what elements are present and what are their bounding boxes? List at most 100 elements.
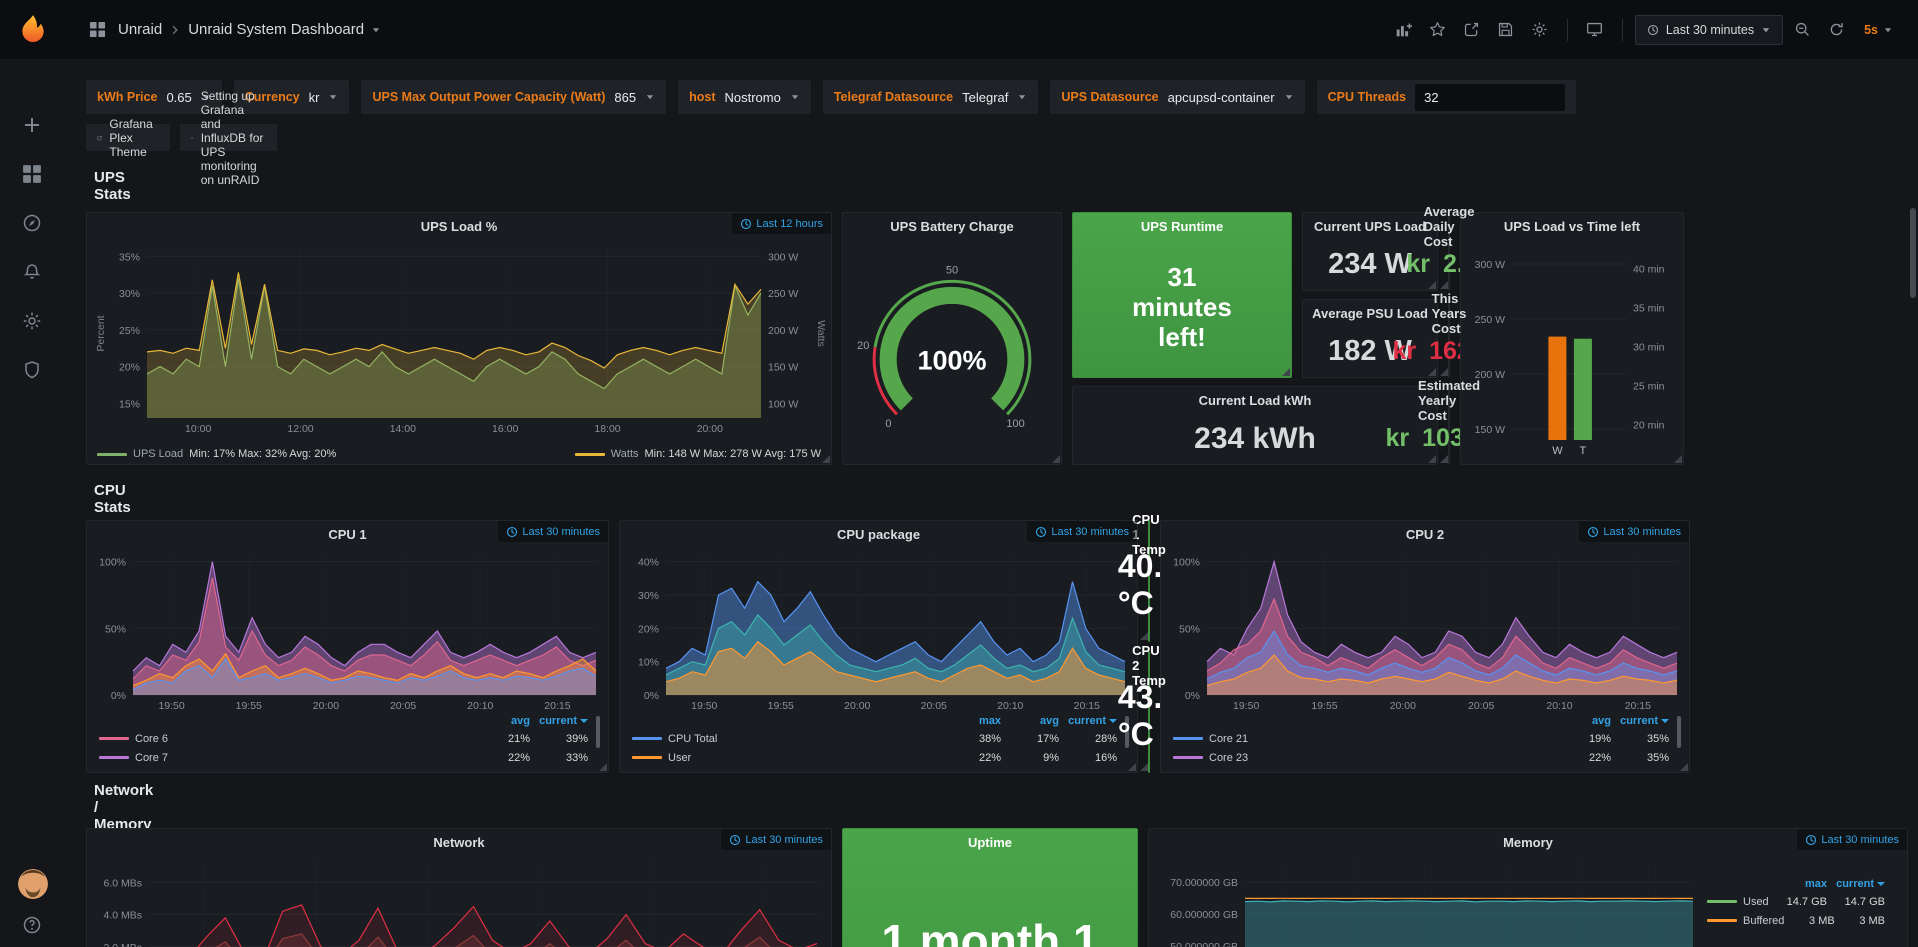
- panel-resize-handle[interactable]: [1440, 368, 1448, 376]
- legend-row[interactable]: Used 14.7 GB 14.7 GB: [1707, 892, 1897, 911]
- panel-title-bar[interactable]: Average PSU Load: [1303, 300, 1437, 326]
- panel-resize-handle[interactable]: [1680, 763, 1688, 771]
- panel-title-bar[interactable]: UPS Runtime: [1073, 213, 1291, 239]
- legend-row[interactable]: Core 21 19% 35%: [1173, 729, 1681, 748]
- svg-text:19:55: 19:55: [768, 700, 794, 711]
- clock-icon: [740, 218, 752, 230]
- panel-resize-handle[interactable]: [1140, 763, 1148, 771]
- panel-resize-handle[interactable]: [1128, 763, 1136, 771]
- legend-row[interactable]: CPU Total 38% 17% 28%: [632, 729, 1129, 748]
- panel-resize-handle[interactable]: [1140, 632, 1148, 640]
- time-range-tag[interactable]: Last 30 minutes: [1797, 829, 1907, 850]
- svg-text:200 W: 200 W: [768, 325, 798, 337]
- variable-cpu-threads[interactable]: CPU Threads 32: [1317, 80, 1577, 114]
- series-color-dash: [97, 453, 127, 456]
- link-grafana-plex-theme[interactable]: Grafana Plex Theme: [86, 124, 170, 151]
- create-icon[interactable]: [22, 115, 44, 137]
- server-admin-shield-icon[interactable]: [22, 360, 44, 382]
- panel-resize-handle[interactable]: [1674, 455, 1682, 463]
- panel-title-bar[interactable]: UPS Battery Charge: [843, 213, 1061, 239]
- stat-value: 31 minutes left!: [1126, 263, 1238, 353]
- cpu2-chart[interactable]: 19:5019:5520:0020:0520:1020:150%50%100%: [1165, 549, 1685, 711]
- caret-down-icon: [1883, 25, 1893, 35]
- svg-text:20:05: 20:05: [390, 700, 416, 711]
- panel-title-bar[interactable]: Uptime: [843, 829, 1137, 855]
- add-panel-icon[interactable]: [1389, 15, 1419, 45]
- variable-ups-datasource[interactable]: UPS Datasource apcupsd-container: [1050, 80, 1304, 114]
- navbar: Unraid Unraid System Dashboard: [0, 0, 1918, 59]
- alerting-bell-icon[interactable]: [22, 262, 44, 284]
- time-range-tag[interactable]: Last 12 hours: [732, 213, 831, 234]
- legend-scrollbar[interactable]: [1677, 716, 1681, 748]
- time-range-picker[interactable]: Last 30 minutes: [1635, 15, 1783, 45]
- configuration-gear-icon[interactable]: [22, 311, 44, 333]
- panel-title-bar[interactable]: UPS Load %: [87, 213, 831, 239]
- explore-compass-icon[interactable]: [22, 213, 44, 235]
- time-range-tag[interactable]: Last 30 minutes: [1027, 521, 1137, 542]
- variable-host[interactable]: host Nostromo: [678, 80, 811, 114]
- time-range-tag[interactable]: Last 30 minutes: [498, 521, 608, 542]
- panel-title-bar[interactable]: Memory: [1149, 829, 1907, 855]
- panel-resize-handle[interactable]: [1428, 368, 1436, 376]
- legend-scrollbar[interactable]: [596, 716, 600, 748]
- legend-row[interactable]: Core 6 21% 39%: [99, 729, 600, 748]
- panel-resize-handle[interactable]: [1440, 281, 1448, 289]
- legend-row[interactable]: User 22% 9% 16%: [632, 748, 1129, 767]
- panel-title-bar[interactable]: Network: [87, 829, 831, 855]
- legend-header: avg current: [1173, 712, 1681, 729]
- panel-resize-handle[interactable]: [1428, 455, 1436, 463]
- refresh-interval-picker[interactable]: 5s: [1855, 15, 1902, 45]
- caret-down-icon: [1761, 25, 1771, 35]
- panel-resize-handle[interactable]: [1428, 281, 1436, 289]
- panel-resize-handle[interactable]: [599, 763, 607, 771]
- cpu1-chart[interactable]: 19:5019:5520:0020:0520:1020:150%50%100%: [91, 549, 604, 711]
- dashboard-main: kWh Price 0.65 Currency kr UPS Max Outpu…: [66, 59, 1918, 947]
- cycle-view-icon[interactable]: [1580, 15, 1610, 45]
- clock-icon: [1035, 526, 1047, 538]
- panel-resize-handle[interactable]: [1052, 455, 1060, 463]
- legend-row[interactable]: Buffered 3 MB 3 MB: [1707, 911, 1897, 930]
- legend-series-watts[interactable]: Watts Min: 148 W Max: 278 W Avg: 175 W: [575, 448, 821, 460]
- star-icon[interactable]: [1423, 15, 1453, 45]
- legend-row[interactable]: Core 7 22% 33%: [99, 748, 600, 767]
- ups-load-chart[interactable]: 10:0012:0014:0016:0018:0020:0015%20%25%3…: [91, 241, 827, 436]
- legend-series-ups-load[interactable]: UPS Load Min: 17% Max: 32% Avg: 20%: [97, 448, 336, 460]
- refresh-icon[interactable]: [1821, 15, 1851, 45]
- panel-resize-handle[interactable]: [822, 455, 830, 463]
- user-avatar[interactable]: [18, 869, 48, 899]
- variable-telegraf-datasource[interactable]: Telegraf Datasource Telegraf: [823, 80, 1039, 114]
- svg-text:4.0 MBs: 4.0 MBs: [103, 910, 142, 922]
- time-range-tag[interactable]: Last 30 minutes: [1579, 521, 1689, 542]
- panel-resize-handle[interactable]: [1440, 455, 1448, 463]
- panel-title-bar[interactable]: Current UPS Load: [1303, 213, 1437, 239]
- ups-bars-chart[interactable]: 150 W200 W250 W300 W20 min25 min30 min35…: [1463, 243, 1681, 458]
- panel-title-bar[interactable]: Current Load kWh: [1073, 387, 1437, 413]
- memory-chart[interactable]: 19:5019:5520:0020:0520:1020:1550.000000 …: [1153, 857, 1701, 947]
- breadcrumb-folder[interactable]: Unraid: [118, 21, 162, 38]
- apps-grid-icon[interactable]: [80, 15, 114, 45]
- page-scrollbar[interactable]: [1910, 208, 1916, 298]
- time-range-tag[interactable]: Last 30 minutes: [721, 829, 831, 850]
- save-icon[interactable]: [1491, 15, 1521, 45]
- zoom-out-icon[interactable]: [1787, 15, 1817, 45]
- panel-title-bar[interactable]: UPS Load vs Time left: [1461, 213, 1683, 239]
- dashboard-settings-icon[interactable]: [1525, 15, 1555, 45]
- legend-row[interactable]: Core 23 22% 35%: [1173, 748, 1681, 767]
- svg-text:20:10: 20:10: [997, 700, 1023, 711]
- grafana-logo[interactable]: [16, 13, 50, 47]
- panel-resize-handle[interactable]: [1282, 368, 1290, 376]
- cpu-threads-input[interactable]: 32: [1415, 84, 1565, 111]
- help-icon[interactable]: [22, 915, 44, 937]
- network-chart[interactable]: 19:5019:5520:0020:0520:1020:150 MBs2.0 M…: [91, 857, 827, 947]
- clock-icon: [1647, 24, 1659, 36]
- variable-ups-max-output[interactable]: UPS Max Output Power Capacity (Watt) 865: [361, 80, 666, 114]
- breadcrumb-dashboard[interactable]: Unraid System Dashboard: [188, 21, 364, 38]
- series-color-dash: [99, 737, 129, 740]
- svg-text:Watts: Watts: [815, 320, 827, 346]
- cpu-package-chart[interactable]: 19:5019:5520:0020:0520:1020:150%10%20%30…: [624, 549, 1133, 711]
- share-icon[interactable]: [1457, 15, 1487, 45]
- dashboards-icon[interactable]: [22, 164, 44, 186]
- panel-ups-load-vs-time-left: UPS Load vs Time left 150 W200 W250 W300…: [1460, 212, 1684, 465]
- link-ups-monitoring-guide[interactable]: Setting up Grafana and InfluxDB for UPS …: [180, 124, 277, 151]
- series-color-dash: [1707, 919, 1737, 922]
